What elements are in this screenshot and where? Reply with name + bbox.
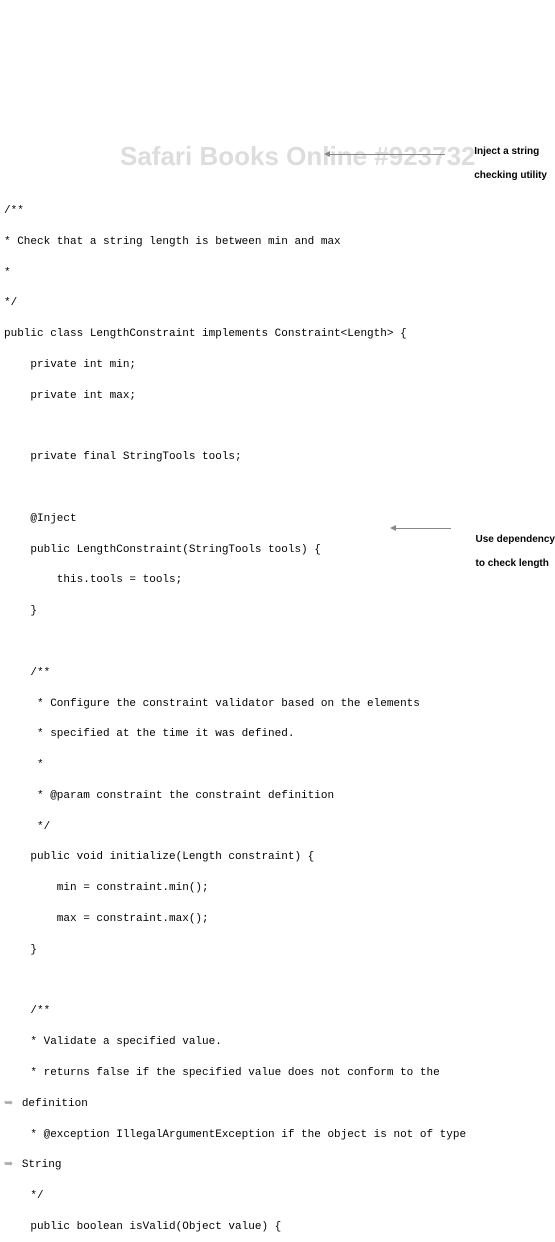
code-line: */ <box>4 1189 551 1204</box>
code-line <box>4 635 551 650</box>
code-line: public void initialize(Length constraint… <box>4 850 551 865</box>
code-line: } <box>4 604 551 619</box>
code-line: this.tools = tools; <box>4 573 551 588</box>
annotation-arrow <box>330 154 445 155</box>
code-line: * <box>4 758 551 773</box>
arrow-head-icon <box>324 151 330 157</box>
code-line <box>4 420 551 435</box>
code-line: public class LengthConstraint implements… <box>4 327 551 342</box>
code-line: /** <box>4 1004 551 1019</box>
code-line: private int max; <box>4 389 551 404</box>
code-line: } <box>4 943 551 958</box>
code-line <box>4 481 551 496</box>
code-line: * Check that a string length is between … <box>4 235 551 250</box>
code-text: String <box>22 1159 62 1171</box>
code-line: public boolean isValid(Object value) { <box>4 1220 551 1235</box>
code-line: /** <box>4 666 551 681</box>
code-line: @Inject <box>4 512 551 527</box>
continuation-arrow-icon: ➥ <box>4 1097 13 1112</box>
code-text: definition <box>22 1098 88 1110</box>
watermark-text: Safari Books Online #923732 <box>120 138 476 174</box>
code-line: ➥ definition <box>4 1097 551 1112</box>
code-line: * returns false if the specified value d… <box>4 1066 551 1081</box>
code-line: private final StringTools tools; <box>4 450 551 465</box>
code-line: * Validate a specified value. <box>4 1035 551 1050</box>
code-line <box>4 974 551 989</box>
code-line: private int min; <box>4 358 551 373</box>
code-line: /** <box>4 204 551 219</box>
code-line: * specified at the time it was defined. <box>4 727 551 742</box>
continuation-arrow-icon: ➥ <box>4 1158 13 1173</box>
annotation-text: Inject a string <box>474 146 539 157</box>
code-line: * <box>4 266 551 281</box>
annotation-inject: Inject a string checking utility <box>463 134 547 194</box>
code-line: * @param constraint the constraint defin… <box>4 789 551 804</box>
annotation-text: checking utility <box>474 170 547 181</box>
code-line: * @exception IllegalArgumentException if… <box>4 1128 551 1143</box>
code-block: /** * Check that a string length is betw… <box>4 189 551 1242</box>
code-line: min = constraint.min(); <box>4 881 551 896</box>
code-line: public LengthConstraint(StringTools tool… <box>4 543 551 558</box>
code-line: */ <box>4 296 551 311</box>
code-line: * Configure the constraint validator bas… <box>4 697 551 712</box>
code-line: */ <box>4 820 551 835</box>
code-line: max = constraint.max(); <box>4 912 551 927</box>
code-line: ➥ String <box>4 1158 551 1173</box>
